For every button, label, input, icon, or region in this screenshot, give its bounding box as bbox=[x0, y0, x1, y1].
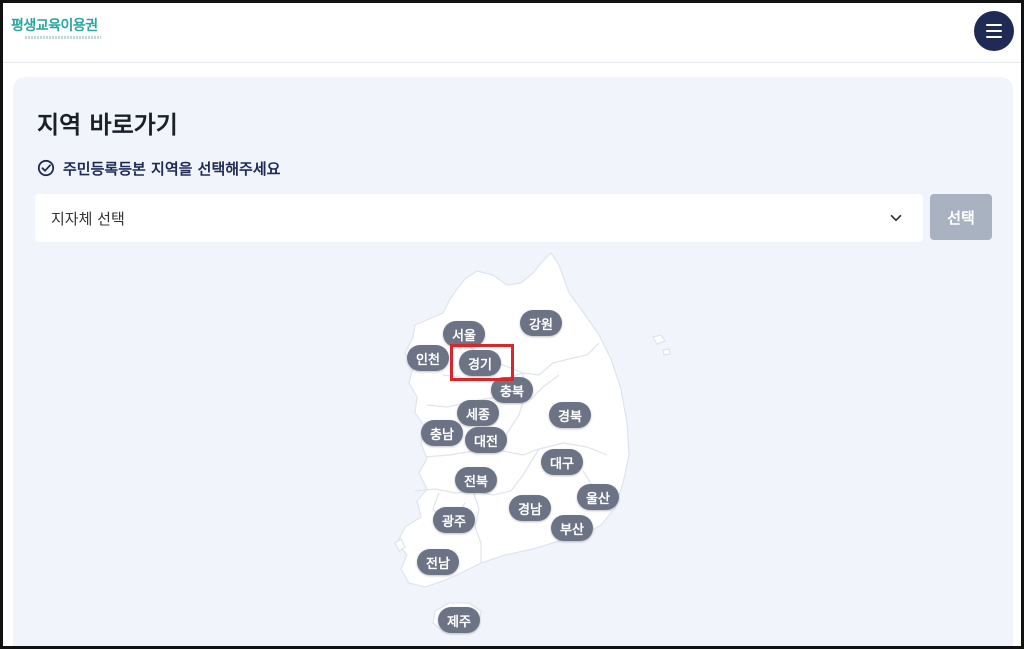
region-gyeongnam[interactable]: 경남 bbox=[509, 495, 551, 521]
app-window: 평생교육이용권 지역 바로가기 주민등록등본 지역을 선택해주세요 지자체 선택… bbox=[0, 0, 1024, 649]
region-incheon[interactable]: 인천 bbox=[407, 345, 449, 371]
region-gangwon[interactable]: 강원 bbox=[520, 310, 562, 336]
region-busan[interactable]: 부산 bbox=[551, 515, 593, 541]
region-daegu[interactable]: 대구 bbox=[541, 449, 583, 475]
region-jeonbuk[interactable]: 전북 bbox=[455, 467, 497, 493]
check-circle-icon bbox=[37, 159, 55, 177]
header: 평생교육이용권 bbox=[3, 3, 1021, 63]
region-gyeonggi[interactable]: 경기 bbox=[459, 350, 501, 376]
subtitle: 주민등록등본 지역을 선택해주세요 bbox=[63, 159, 281, 178]
region-ulsan[interactable]: 울산 bbox=[577, 484, 619, 510]
region-gwangju[interactable]: 광주 bbox=[433, 507, 475, 533]
region-sejong[interactable]: 세종 bbox=[457, 400, 499, 426]
hamburger-icon[interactable] bbox=[974, 11, 1014, 51]
chevron-down-icon bbox=[890, 214, 902, 222]
region-chungnam[interactable]: 충남 bbox=[421, 420, 463, 446]
region-jeonnam[interactable]: 전남 bbox=[417, 549, 459, 575]
page-title: 지역 바로가기 bbox=[37, 111, 178, 139]
logo-tagline-decoration bbox=[25, 36, 101, 39]
select-button[interactable]: 선택 bbox=[930, 194, 992, 240]
region-jeju[interactable]: 제주 bbox=[438, 607, 480, 633]
region-panel: 지역 바로가기 주민등록등본 지역을 선택해주세요 지자체 선택 선택 bbox=[13, 77, 1013, 646]
region-chungbuk[interactable]: 충북 bbox=[491, 377, 533, 403]
region-gyeongbuk[interactable]: 경북 bbox=[549, 402, 591, 428]
select-value: 지자체 선택 bbox=[51, 209, 125, 228]
municipality-select[interactable]: 지자체 선택 bbox=[35, 194, 923, 242]
region-seoul[interactable]: 서울 bbox=[443, 321, 485, 347]
logo[interactable]: 평생교육이용권 bbox=[11, 15, 98, 35]
subtitle-row: 주민등록등본 지역을 선택해주세요 bbox=[37, 157, 280, 179]
region-daejeon[interactable]: 대전 bbox=[465, 427, 507, 453]
